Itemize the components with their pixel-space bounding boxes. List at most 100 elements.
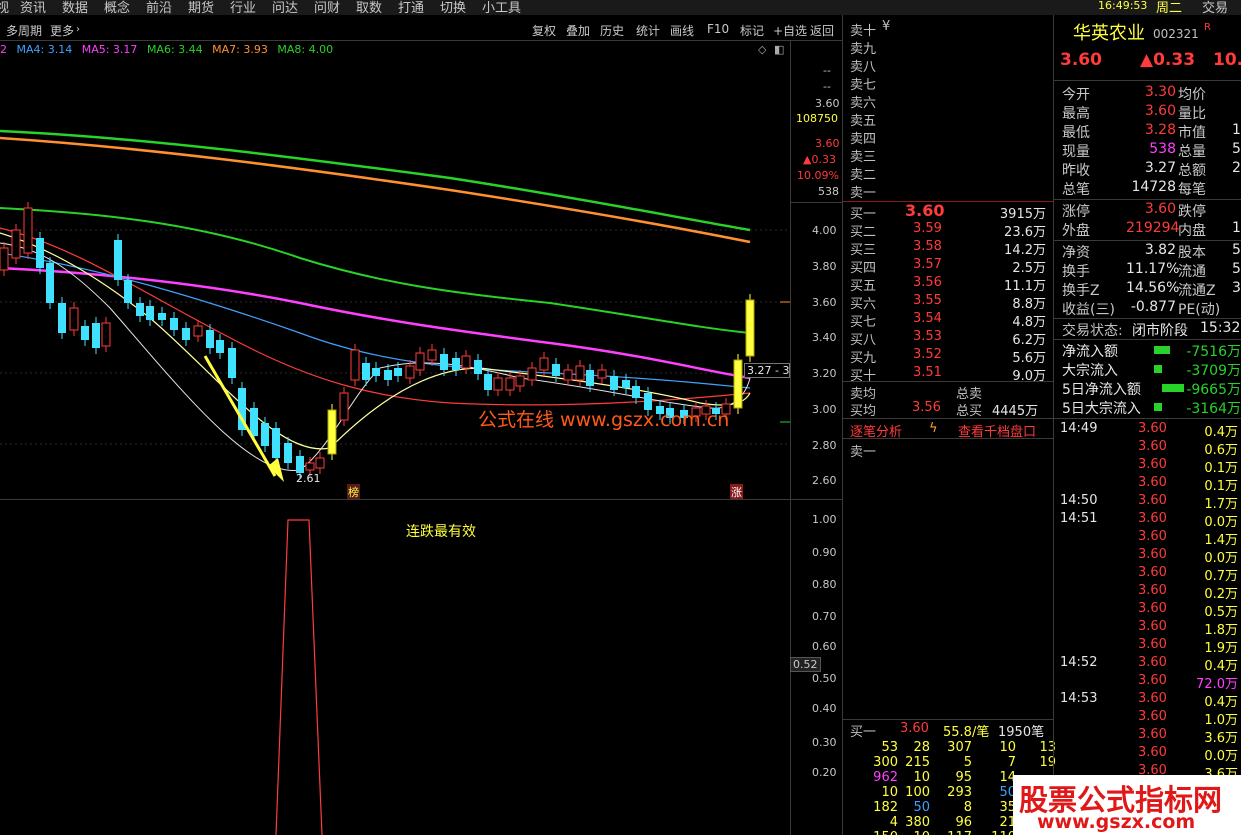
tick-row: 14:52 3.60 0.4万 xyxy=(1060,655,1241,674)
flow-row: 大宗流入 -3709万 xyxy=(1062,360,1241,379)
quote-value: 14.56% xyxy=(1126,280,1180,296)
quote-label: 流通 xyxy=(1178,264,1206,280)
menu-item-view[interactable]: 视 xyxy=(0,0,9,16)
candle xyxy=(597,369,607,379)
sell-level-row[interactable]: 卖三 xyxy=(850,146,1046,165)
menu-item-switch[interactable]: 切换 xyxy=(440,0,466,16)
f10-button[interactable]: F10 xyxy=(707,22,729,36)
price-axis-tick: 4.00 xyxy=(812,224,837,237)
diamond-icon[interactable]: ◇ xyxy=(758,43,766,56)
price-chart[interactable] xyxy=(0,58,790,500)
quote-label: 市值 xyxy=(1178,125,1206,141)
more-button[interactable]: 更多 xyxy=(50,22,74,39)
buy-level-row[interactable]: 买三 3.58 14.2万 xyxy=(850,239,1046,258)
sell-level-row[interactable]: 卖一 xyxy=(850,182,1046,201)
buy-level-row[interactable]: 买九 3.52 5.6万 xyxy=(850,347,1046,366)
ma-legend: 2 MA4: 3.14 MA5: 3.17 MA6: 3.44 MA7: 3.9… xyxy=(0,43,333,56)
history-button[interactable]: 历史 xyxy=(600,22,624,39)
buy-level-row[interactable]: 买十 3.51 9.0万 xyxy=(850,365,1046,384)
buy-level-price: 3.55 xyxy=(913,293,942,308)
adjust-button[interactable]: 复权 xyxy=(532,22,556,39)
candle xyxy=(394,368,402,376)
price-axis-tick: 3.80 xyxy=(812,260,837,273)
tick-price: 3.60 xyxy=(1138,457,1167,472)
sell-level-row[interactable]: 卖八 xyxy=(850,56,1046,75)
quote-label: 净资 xyxy=(1062,245,1090,261)
bang-tag[interactable]: 榜 xyxy=(347,484,360,500)
buy-level-label: 买四 xyxy=(850,261,877,276)
buy-level-label: 买九 xyxy=(850,351,877,366)
buy-level-volume: 8.8万 xyxy=(1012,297,1046,312)
sell-level-row[interactable]: 卖五 xyxy=(850,110,1046,129)
menu-item-concept[interactable]: 概念 xyxy=(104,0,130,16)
quote-label: 收益(三) xyxy=(1062,302,1115,318)
candle xyxy=(0,247,9,271)
overlay-button[interactable]: 叠加 xyxy=(566,22,590,39)
indicator-chart[interactable] xyxy=(0,500,790,835)
quote-value-clipped: 5 xyxy=(1232,261,1241,277)
tick-time: 14:50 xyxy=(1060,493,1098,508)
quote-value: 3.82 xyxy=(1144,242,1176,258)
stats-button[interactable]: 统计 xyxy=(636,22,660,39)
sell-level-row[interactable]: 卖七 xyxy=(850,74,1046,93)
menu-item-fetch[interactable]: 取数 xyxy=(356,0,382,16)
buy-queue-cell: 50 xyxy=(999,785,1016,800)
quote-label: 最高 xyxy=(1062,106,1090,122)
buy-level-volume: 2.5万 xyxy=(1012,261,1046,276)
buy-level-price: 3.51 xyxy=(913,365,942,380)
draw-line-button[interactable]: 画线 xyxy=(670,22,694,39)
mark-button[interactable]: 标记 xyxy=(740,22,764,39)
buy-level-row[interactable]: 买一 3.60 3915万 xyxy=(850,201,1046,222)
back-button[interactable]: 返回 xyxy=(810,22,834,39)
buy-queue-cell: 293 xyxy=(947,785,972,800)
trade-status-label: 交易状态: xyxy=(1062,323,1123,339)
menu-item-connect[interactable]: 打通 xyxy=(398,0,424,16)
buy-level-row[interactable]: 买四 3.57 2.5万 xyxy=(850,257,1046,276)
buy-queue-cell: 53 xyxy=(881,740,898,755)
flow-label: 净流入额 xyxy=(1062,344,1118,360)
quote-label: 总量 xyxy=(1178,144,1206,160)
yuan-icon: ¥ xyxy=(882,19,891,34)
limit-up-tag[interactable]: 涨 xyxy=(730,484,743,500)
tick-row: 14:50 3.60 1.7万 xyxy=(1060,493,1241,512)
menu-item-industry[interactable]: 行业 xyxy=(230,0,256,16)
quote-label: 均价 xyxy=(1178,87,1206,103)
sell-level-label: 卖二 xyxy=(850,168,877,183)
quote-label: 今开 xyxy=(1062,87,1090,103)
buy-queue-count: 1950笔 xyxy=(998,725,1045,740)
trade-menu[interactable]: 交易 xyxy=(1202,0,1228,16)
menu-item-wenda[interactable]: 问达 xyxy=(272,0,298,16)
multi-period-button[interactable]: 多周期 xyxy=(6,22,42,39)
menu-item-data[interactable]: 数据 xyxy=(62,0,88,16)
buy-queue-cell: 7 xyxy=(1007,755,1016,770)
ma-legend-item: MA4: 3.14 xyxy=(16,43,73,56)
sell-level-row[interactable]: 卖二 xyxy=(850,164,1046,183)
buy-level-row[interactable]: 买六 3.55 8.8万 xyxy=(850,293,1046,312)
sell-level-row[interactable]: 卖六 xyxy=(850,92,1046,111)
tick-volume: 0.0万 xyxy=(1204,515,1238,530)
buy-level-row[interactable]: 买八 3.53 6.2万 xyxy=(850,329,1046,348)
quote-label: 总笔 xyxy=(1062,182,1090,198)
tick-volume: 0.1万 xyxy=(1204,461,1238,476)
sell-level-row[interactable]: 卖四 xyxy=(850,128,1046,147)
sell-level-label: 卖九 xyxy=(850,42,877,57)
menu-item-news[interactable]: 资讯 xyxy=(20,0,46,16)
window-icon[interactable]: ◧ xyxy=(774,43,784,56)
sell-level-row[interactable]: 卖九 xyxy=(850,38,1046,57)
menu-item-frontier[interactable]: 前沿 xyxy=(146,0,172,16)
buy-level-row[interactable]: 买二 3.59 23.6万 xyxy=(850,221,1046,240)
chart-top-divider xyxy=(0,40,842,41)
add-watchlist-button[interactable]: +自选 xyxy=(773,22,807,39)
buy-level-volume: 14.2万 xyxy=(1004,243,1046,258)
buy-level-row[interactable]: 买七 3.54 4.8万 xyxy=(850,311,1046,330)
menu-item-futures[interactable]: 期货 xyxy=(188,0,214,16)
quote-value: 11.17% xyxy=(1126,261,1180,277)
buy-queue-price: 3.60 xyxy=(900,721,929,736)
quote-value: 3.28 xyxy=(1144,122,1176,138)
menu-item-tools[interactable]: 小工具 xyxy=(482,0,521,16)
menu-item-wencai[interactable]: 问财 xyxy=(314,0,340,16)
quote-value-clipped: 2 xyxy=(1232,160,1241,176)
sell-level-row[interactable]: 卖十 xyxy=(850,20,1046,39)
candle xyxy=(452,358,460,370)
buy-level-row[interactable]: 买五 3.56 11.1万 xyxy=(850,275,1046,294)
